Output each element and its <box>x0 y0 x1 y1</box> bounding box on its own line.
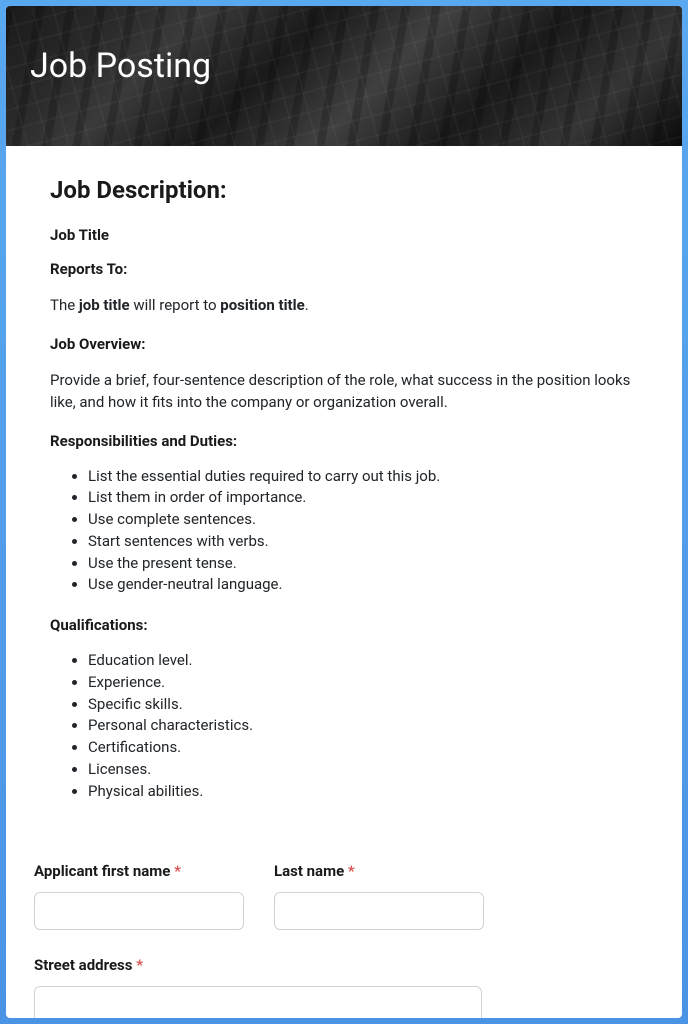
qualifications-list: Education level. Experience. Specific sk… <box>50 650 638 802</box>
reports-to-label: Reports To: <box>50 260 638 278</box>
list-item: Use the present tense. <box>88 553 638 575</box>
list-item: Licenses. <box>88 759 638 781</box>
list-item: List them in order of importance. <box>88 487 638 509</box>
page-title: Job Posting <box>30 46 211 86</box>
qualifications-label: Qualifications: <box>50 616 638 634</box>
list-item: Use gender-neutral language. <box>88 574 638 596</box>
job-overview-label: Job Overview: <box>50 335 638 353</box>
first-name-label: Applicant first name * <box>34 862 244 880</box>
list-item: Physical abilities. <box>88 781 638 803</box>
header-banner: Job Posting <box>6 6 682 146</box>
job-overview-text: Provide a brief, four-sentence descripti… <box>50 369 638 414</box>
name-row: Applicant first name * Last name * <box>34 862 654 930</box>
list-item: Experience. <box>88 672 638 694</box>
description-section: Job Description: Job Title Reports To: T… <box>6 146 682 842</box>
job-title-label: Job Title <box>50 226 638 244</box>
first-name-input[interactable] <box>34 892 244 930</box>
last-name-label: Last name * <box>274 862 484 880</box>
list-item: List the essential duties required to ca… <box>88 466 638 488</box>
last-name-input[interactable] <box>274 892 484 930</box>
required-marker: * <box>136 956 143 974</box>
required-marker: * <box>348 862 355 880</box>
first-name-group: Applicant first name * <box>34 862 244 930</box>
list-item: Start sentences with verbs. <box>88 531 638 553</box>
applicant-form: Applicant first name * Last name * Stree… <box>6 842 682 1018</box>
list-item: Use complete sentences. <box>88 509 638 531</box>
street-row: Street address * <box>34 956 654 1018</box>
list-item: Specific skills. <box>88 694 638 716</box>
responsibilities-label: Responsibilities and Duties: <box>50 432 638 450</box>
list-item: Certifications. <box>88 737 638 759</box>
street-input[interactable] <box>34 986 482 1018</box>
responsibilities-list: List the essential duties required to ca… <box>50 466 638 597</box>
reports-to-text: The job title will report to position ti… <box>50 294 638 317</box>
list-item: Education level. <box>88 650 638 672</box>
street-group: Street address * <box>34 956 654 1018</box>
street-label: Street address * <box>34 956 654 974</box>
required-marker: * <box>174 862 181 880</box>
form-container: Job Posting Job Description: Job Title R… <box>6 6 682 1018</box>
job-description-heading: Job Description: <box>50 176 638 204</box>
list-item: Personal characteristics. <box>88 715 638 737</box>
last-name-group: Last name * <box>274 862 484 930</box>
